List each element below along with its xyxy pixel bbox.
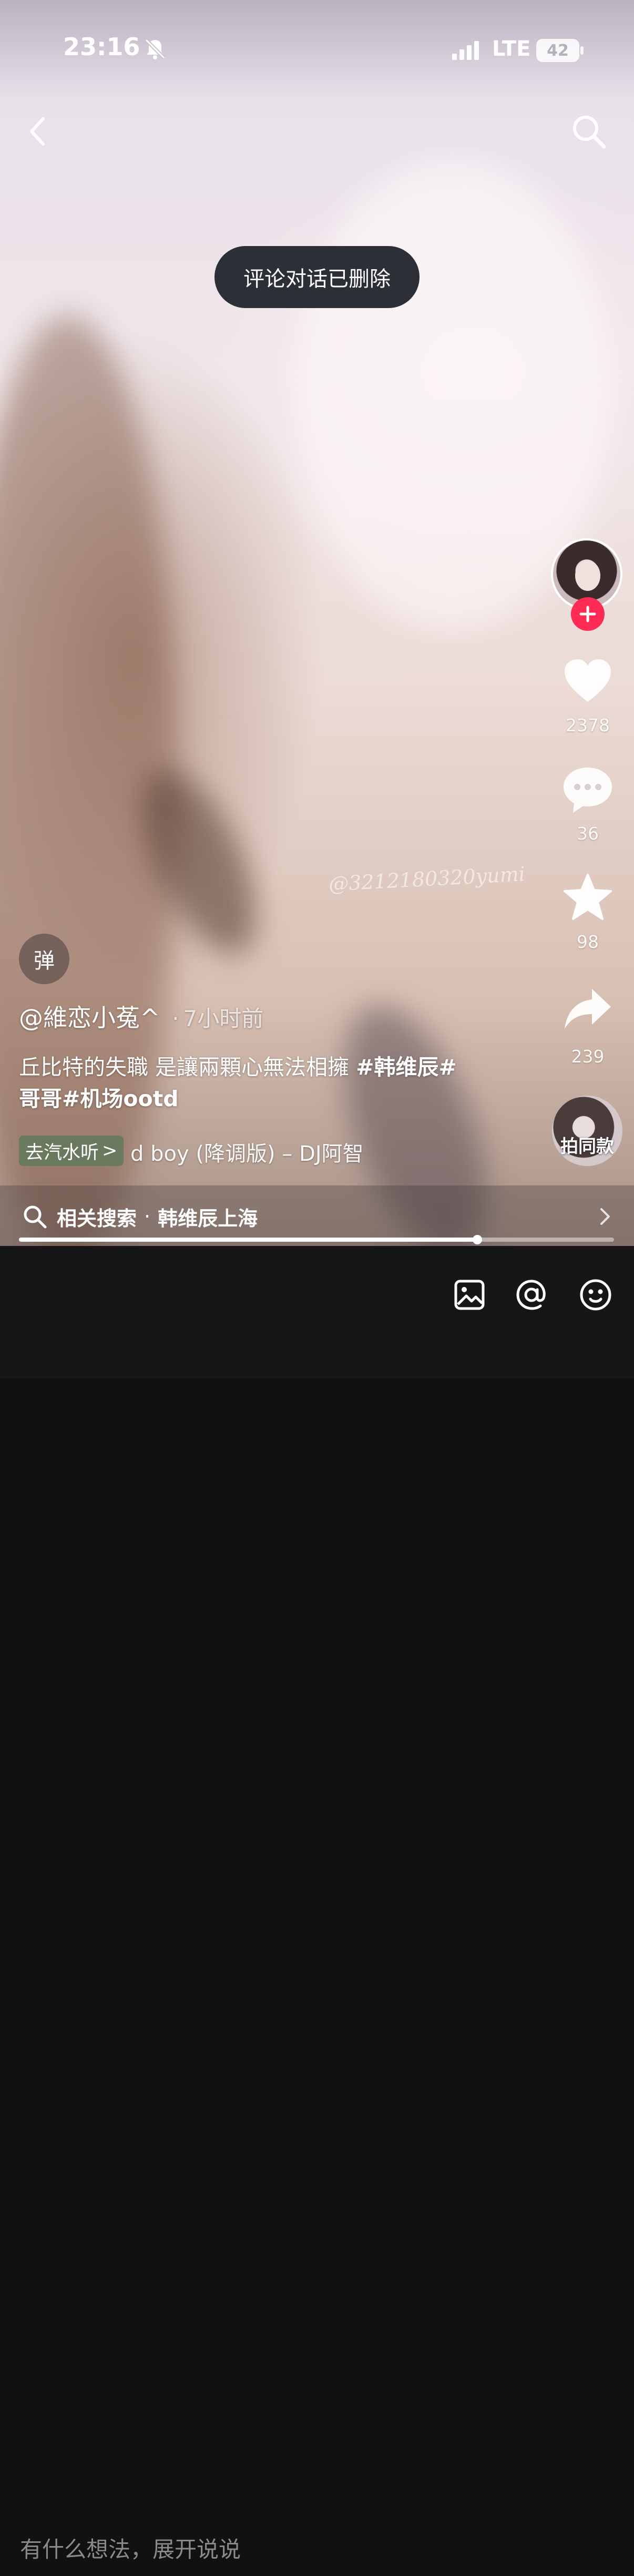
comment-count: 36	[577, 823, 599, 844]
music-tag-label: 去汽水听	[25, 1142, 99, 1163]
like-count: 2378	[566, 715, 610, 735]
chevron-right-icon	[600, 1208, 610, 1225]
author-name[interactable]: @維恋小菟^	[19, 1004, 160, 1032]
progress-fill	[19, 1238, 477, 1242]
post-caption: 丘比特的失職 是讓兩顆心無法相擁 #韩维辰# 哥哥#机场ootd	[19, 1051, 492, 1115]
post-time: 7小时前	[183, 1006, 264, 1031]
share-count: 239	[571, 1046, 605, 1067]
mention-button[interactable]	[513, 1276, 550, 1313]
avatar-face	[575, 560, 600, 591]
emoji-button[interactable]	[577, 1276, 614, 1313]
comment-bar	[0, 1246, 634, 2576]
video-watermark: @3212180320yumi	[328, 862, 526, 896]
share-button[interactable]	[560, 984, 615, 1035]
battery-indicator: 42	[536, 39, 579, 62]
share-arrow-icon	[565, 989, 611, 1029]
search-button[interactable]	[568, 110, 610, 152]
favorite-count: 98	[577, 932, 599, 952]
like-button[interactable]	[561, 655, 614, 708]
related-search-separator: ·	[144, 1205, 151, 1228]
video-progress-bar[interactable]	[19, 1235, 614, 1244]
at-icon	[516, 1280, 546, 1310]
shoot-same-button[interactable]: 拍同款	[552, 1096, 622, 1166]
toast-message: 评论对话已删除	[214, 246, 420, 308]
status-time: 23:16	[63, 33, 140, 61]
music-title[interactable]: d boy (降调版) – DJ阿智	[130, 1137, 388, 1167]
shoot-same-label: 拍同款	[560, 1136, 614, 1157]
comment-input[interactable]	[19, 2522, 421, 2576]
battery-level: 42	[547, 41, 569, 60]
follow-button[interactable]	[571, 597, 605, 631]
star-icon	[564, 874, 612, 920]
search-icon	[24, 1205, 47, 1229]
favorite-button[interactable]	[560, 871, 615, 923]
music-tag-chevron: >	[102, 1140, 118, 1161]
search-icon	[573, 116, 606, 149]
danmaku-label: 弹	[34, 949, 55, 973]
back-button[interactable]	[21, 110, 53, 152]
plus-icon	[579, 606, 596, 622]
hashtag-link[interactable]: #韩维辰#	[356, 1055, 457, 1080]
post-meta: @維恋小菟^ · 7小时前	[19, 999, 263, 1034]
image-button[interactable]	[451, 1276, 488, 1313]
signal-bars-icon	[451, 40, 483, 63]
related-search-prefix: 相关搜索	[57, 1207, 137, 1230]
back-arrow-icon	[30, 117, 45, 146]
comment-button[interactable]	[560, 763, 615, 816]
bell-slash-icon	[143, 37, 167, 61]
image-icon	[454, 1280, 485, 1310]
emoji-icon	[580, 1279, 611, 1311]
battery-cap	[580, 46, 584, 55]
related-search-query: 韩维辰上海	[158, 1207, 258, 1230]
toast-text: 评论对话已删除	[243, 267, 391, 291]
meta-separator: ·	[172, 1006, 179, 1031]
heart-icon	[565, 659, 611, 702]
comment-bubble-icon	[564, 768, 612, 813]
music-app-tag[interactable]: 去汽水听 >	[19, 1136, 124, 1166]
progress-handle[interactable]	[472, 1235, 482, 1244]
network-type: LTE	[492, 37, 531, 61]
hashtag-link-2[interactable]: 哥哥#机场ootd	[19, 1086, 179, 1111]
danmaku-toggle[interactable]: 弹	[19, 934, 69, 984]
caption-text: 丘比特的失職 是讓兩顆心無法相擁	[19, 1055, 356, 1080]
